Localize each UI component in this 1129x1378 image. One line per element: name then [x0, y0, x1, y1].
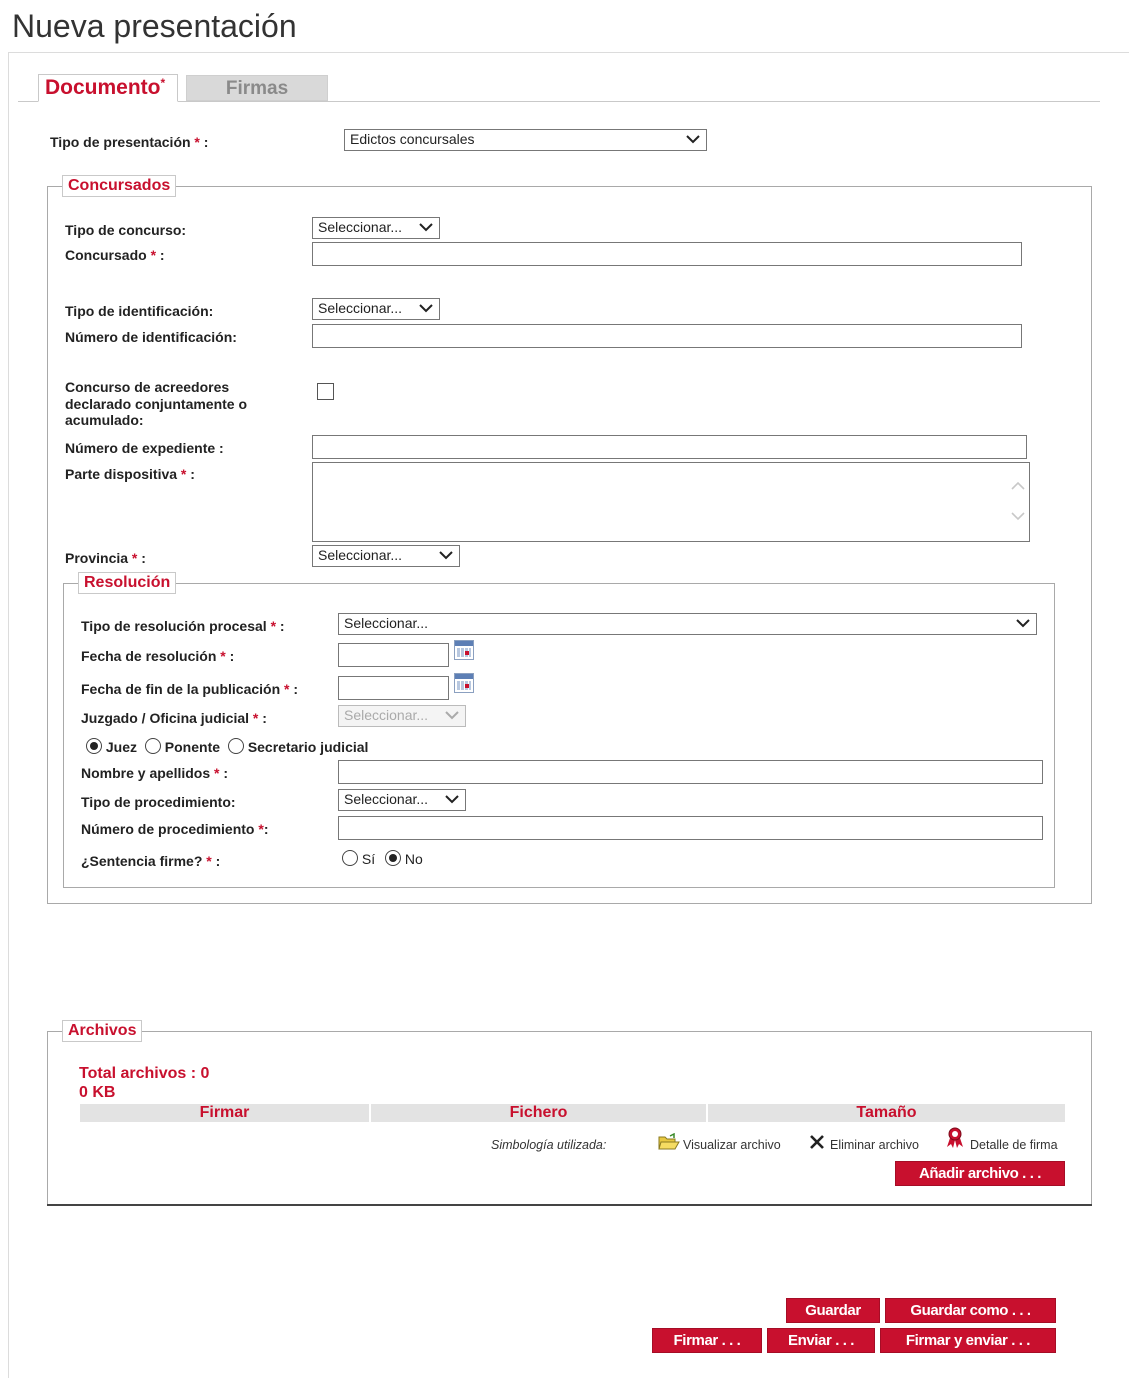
juzgado-select[interactable]: Seleccionar...	[338, 705, 466, 727]
tab-documento[interactable]: Documento*	[38, 74, 178, 102]
rol-radio-group: Juez Ponente Secretario judicial	[86, 738, 368, 755]
concurso-acreedores-label: Concurso de acreedores declarado conjunt…	[65, 379, 248, 428]
tipo-concurso-select[interactable]: Seleccionar...	[312, 217, 440, 239]
nombre-input[interactable]	[338, 760, 1043, 784]
folder-open-icon	[658, 1133, 680, 1150]
save-button[interactable]: Guardar	[786, 1298, 880, 1323]
tipo-identificacion-select[interactable]: Seleccionar...	[312, 298, 440, 320]
sentencia-firme-radio-group: Sí No	[342, 850, 423, 867]
chevron-down-icon	[1016, 619, 1030, 628]
radio-si-label: Sí	[361, 851, 376, 867]
juzgado-value: Seleccionar...	[344, 707, 429, 723]
tipo-resolucion-label: Tipo de resolución procesal * :	[81, 618, 285, 634]
tipo-identificacion-value: Seleccionar...	[318, 300, 403, 316]
tipo-concurso-value: Seleccionar...	[318, 219, 403, 235]
radio-juez-label: Juez	[105, 739, 138, 755]
numero-procedimiento-input[interactable]	[338, 816, 1043, 840]
calendar-icon[interactable]	[454, 673, 474, 693]
radio-juez[interactable]	[86, 738, 102, 754]
fecha-fin-input[interactable]	[338, 676, 449, 700]
radio-no-label: No	[404, 851, 423, 867]
required-mark: *	[160, 76, 166, 90]
chevron-down-icon	[419, 223, 433, 232]
numero-identificacion-label: Número de identificación:	[65, 329, 237, 345]
signature-ribbon-icon	[947, 1127, 963, 1148]
provincia-label: Provincia * :	[65, 550, 146, 566]
concursado-label: Concursado * :	[65, 247, 165, 263]
tab-firmas[interactable]: Firmas	[186, 75, 328, 101]
tipo-concurso-label: Tipo de concurso:	[65, 222, 187, 238]
calendar-icon[interactable]	[454, 640, 474, 660]
add-file-button[interactable]: Añadir archivo . . .	[895, 1161, 1065, 1186]
juzgado-label: Juzgado / Oficina judicial * :	[81, 710, 267, 726]
save-as-button[interactable]: Guardar como . . .	[885, 1298, 1056, 1323]
concursados-legend: Concursados	[62, 175, 177, 197]
resolucion-legend: Resolución	[78, 572, 177, 594]
radio-no[interactable]	[385, 850, 402, 866]
radio-ponente[interactable]	[144, 738, 161, 754]
numero-expediente-input[interactable]	[312, 435, 1027, 459]
fecha-resolucion-input[interactable]	[338, 643, 449, 667]
tipo-presentacion-label: Tipo de presentación * :	[50, 134, 209, 150]
delete-x-icon	[810, 1135, 824, 1149]
tipo-procedimiento-select[interactable]: Seleccionar...	[338, 789, 466, 811]
archivos-legend: Archivos	[62, 1020, 143, 1042]
tipo-presentacion-value: Edictos concursales	[350, 131, 475, 147]
detalle-firma-legend: Detalle de firma	[970, 1138, 1058, 1152]
parte-dispositiva-textarea[interactable]	[312, 462, 1030, 542]
numero-identificacion-input[interactable]	[312, 324, 1022, 348]
nombre-label: Nombre y apellidos * :	[81, 765, 229, 781]
concurso-acreedores-checkbox[interactable]	[317, 383, 334, 400]
chevron-down-icon	[445, 711, 459, 720]
tipo-procedimiento-label: Tipo de procedimiento:	[81, 794, 236, 810]
tab-divider	[18, 101, 1100, 102]
tipo-procedimiento-value: Seleccionar...	[344, 791, 429, 807]
total-archivos: Total archivos : 0	[79, 1065, 210, 1082]
simbologia-label: Simbología utilizada:	[491, 1138, 607, 1152]
send-button[interactable]: Enviar . . .	[767, 1328, 875, 1353]
archivos-bottom-border	[47, 1204, 1092, 1206]
radio-secretario-label: Secretario judicial	[247, 739, 369, 755]
column-tamano: Tamaño	[708, 1104, 1065, 1122]
eliminar-legend: Eliminar archivo	[830, 1138, 919, 1152]
column-fichero: Fichero	[371, 1104, 706, 1122]
parte-dispositiva-label: Parte dispositiva * :	[65, 466, 195, 482]
tipo-identificacion-label: Tipo de identificación:	[65, 303, 214, 319]
provincia-value: Seleccionar...	[318, 547, 403, 563]
scroll-up-icon[interactable]	[1010, 479, 1026, 493]
concursado-input[interactable]	[312, 242, 1022, 266]
visualizar-legend: Visualizar archivo	[683, 1138, 781, 1152]
tipo-resolucion-select[interactable]: Seleccionar...	[338, 613, 1037, 635]
sentencia-firme-label: ¿Sentencia firme? * :	[81, 853, 221, 869]
scroll-down-icon[interactable]	[1010, 509, 1026, 523]
provincia-select[interactable]: Seleccionar...	[312, 545, 460, 567]
sign-and-send-button[interactable]: Firmar y enviar . . .	[880, 1328, 1056, 1353]
numero-procedimiento-label: Número de procedimiento *:	[81, 821, 269, 837]
radio-secretario[interactable]	[227, 738, 244, 754]
sign-button[interactable]: Firmar . . .	[652, 1328, 762, 1353]
radio-si[interactable]	[342, 850, 358, 866]
numero-expediente-label: Número de expediente :	[65, 440, 224, 456]
chevron-down-icon	[419, 304, 433, 313]
column-firmar: Firmar	[80, 1104, 369, 1122]
fecha-resolucion-label: Fecha de resolución * :	[81, 648, 235, 664]
radio-ponente-label: Ponente	[164, 739, 221, 755]
page-title: Nueva presentación	[12, 8, 297, 44]
chevron-down-icon	[439, 551, 453, 560]
chevron-down-icon	[686, 135, 700, 144]
chevron-down-icon	[445, 795, 459, 804]
tab-documento-label: Documento	[45, 76, 161, 99]
tipo-resolucion-value: Seleccionar...	[344, 615, 429, 631]
fecha-fin-label: Fecha de fin de la publicación * :	[81, 681, 299, 697]
total-size: 0 KB	[79, 1084, 116, 1101]
tipo-presentacion-select[interactable]: Edictos concursales	[344, 129, 707, 151]
